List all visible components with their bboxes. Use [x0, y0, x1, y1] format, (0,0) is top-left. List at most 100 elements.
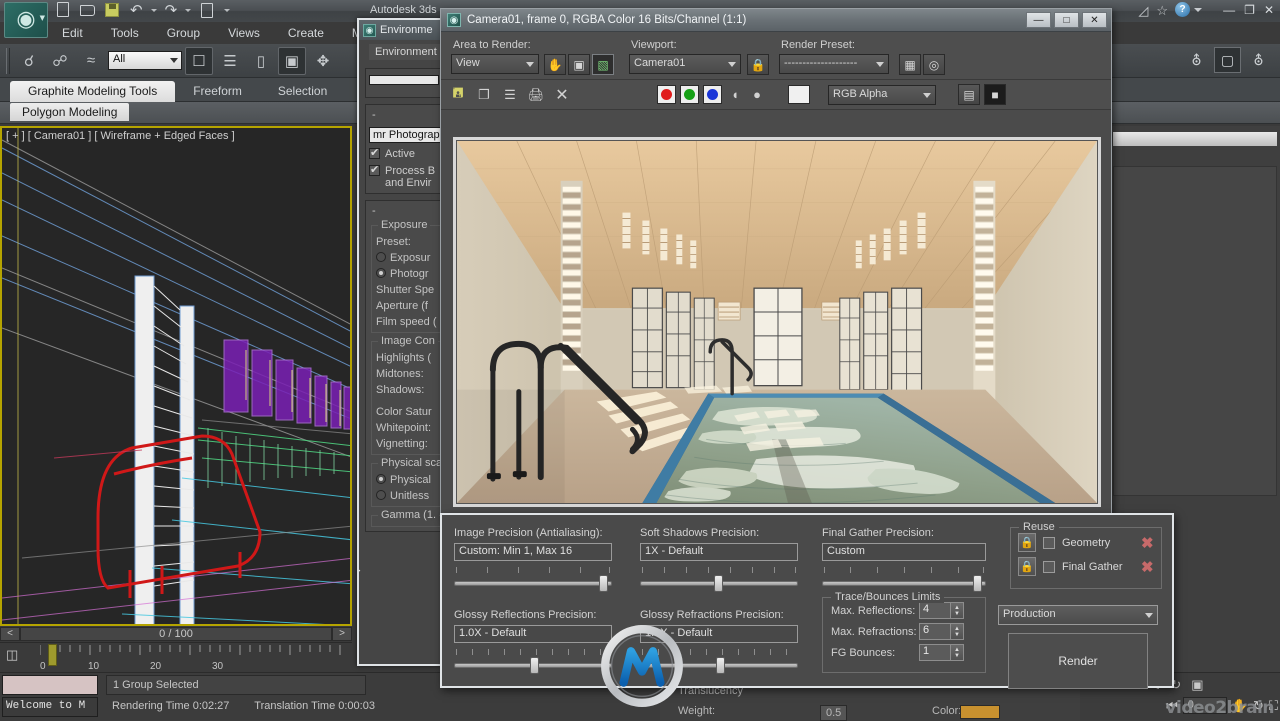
blue-channel-icon[interactable] — [703, 85, 722, 104]
environment-exposure-icon[interactable]: ◎ — [923, 54, 945, 75]
auto-region-selected-icon[interactable]: ▧ — [592, 54, 614, 75]
copy-image-icon[interactable]: ❐ — [475, 86, 493, 104]
radio-exposure-row[interactable]: Exposur — [376, 252, 436, 264]
unlink-selection-icon[interactable]: ☍ — [46, 47, 74, 75]
set-project-folder-icon[interactable] — [199, 2, 216, 19]
active-checkbox-row[interactable]: Active — [369, 146, 443, 160]
maxscript-mini-listener-output[interactable] — [2, 675, 98, 695]
next-frame-button[interactable]: > — [332, 627, 352, 641]
duplicate-region-icon[interactable]: ▣ — [568, 54, 590, 75]
green-channel-icon[interactable] — [680, 85, 699, 104]
physical-radio[interactable] — [376, 474, 386, 484]
glossy-refractions-value[interactable]: 1.0X - Default — [640, 625, 798, 643]
exposure-value-radio[interactable] — [376, 252, 386, 262]
undo-dropdown-icon[interactable] — [150, 9, 157, 12]
tab-environment[interactable]: Environment — [369, 44, 443, 60]
glossy-reflections-slider[interactable] — [454, 657, 612, 674]
lock-icon[interactable]: 🔒 — [747, 54, 769, 75]
slider-knob[interactable] — [599, 575, 608, 592]
viewport-select[interactable]: Camera01 — [629, 54, 741, 74]
menu-tools[interactable]: Tools — [97, 24, 153, 42]
slider-knob[interactable] — [716, 657, 725, 674]
window-crossing-icon[interactable]: ▣ — [278, 46, 306, 75]
image-precision-slider[interactable] — [454, 575, 612, 592]
max-refractions-field[interactable]: 6 — [919, 623, 951, 640]
save-image-icon[interactable]: 🖪 — [449, 85, 467, 104]
enable-red-blue-display-icon[interactable]: ▤ — [958, 84, 980, 105]
image-precision-value[interactable]: Custom: Min 1, Max 16 — [454, 543, 612, 561]
rollout-collapse-icon-2[interactable]: - — [369, 205, 443, 217]
select-object-icon[interactable]: ☐ — [185, 46, 213, 75]
photographic-radio[interactable] — [376, 268, 386, 278]
max-reflections-field[interactable]: 4 — [919, 602, 951, 619]
radio-photographic-row[interactable]: Photogr — [376, 268, 436, 280]
lock-geometry-icon[interactable]: 🔒 — [1018, 533, 1036, 552]
tab-freeform[interactable]: Freeform — [175, 81, 260, 102]
soft-shadows-slider[interactable] — [640, 575, 798, 592]
render-production-icon[interactable]: ⛢ — [1245, 47, 1272, 73]
menu-create[interactable]: Create — [274, 24, 338, 42]
minimize-button[interactable]: — — [1223, 3, 1235, 17]
physical-radio-row[interactable]: Physical — [376, 474, 436, 486]
unitless-radio-row[interactable]: Unitless — [376, 490, 436, 502]
open-file-icon[interactable] — [80, 2, 97, 19]
help-icon[interactable]: ? — [1175, 2, 1190, 17]
render-preset-select[interactable]: -------------------- — [779, 54, 889, 74]
bind-to-space-warp-icon[interactable]: ≈ — [77, 47, 105, 75]
time-slider-handle[interactable] — [48, 644, 57, 666]
max-refractions-spinner[interactable]: ▲ ▼ — [951, 623, 964, 640]
slider-knob[interactable] — [714, 575, 723, 592]
max-reflections-spinner[interactable]: ▲ ▼ — [951, 602, 964, 619]
weight-value[interactable]: 0.5 — [820, 705, 848, 721]
glossy-refractions-slider[interactable] — [640, 657, 798, 674]
workspace-icon[interactable]: ◿ — [1138, 3, 1148, 19]
rendered-image-container[interactable] — [453, 137, 1101, 507]
dialog-resize-handle[interactable]: ↔ — [359, 560, 363, 576]
render-setup-dialog-icon[interactable]: ▦ — [899, 54, 921, 75]
menu-edit[interactable]: Edit — [48, 24, 97, 42]
fg-bounces-field[interactable]: 1 — [919, 644, 951, 661]
rfw-maximize-button[interactable]: □ — [1054, 12, 1079, 28]
rollout-collapse-icon[interactable]: - — [369, 109, 443, 121]
percent-snap-icon[interactable]: ▣ — [1191, 677, 1203, 693]
favorites-star-icon[interactable]: ☆ — [1156, 3, 1168, 19]
prev-frame-button[interactable]: < — [0, 627, 20, 641]
close-button[interactable]: ✕ — [1264, 3, 1274, 17]
select-by-name-icon[interactable]: ☰ — [216, 47, 244, 75]
clear-final-gather-cache-icon[interactable]: ✖ — [1141, 558, 1154, 576]
lock-final-gather-icon[interactable]: 🔒 — [1018, 557, 1036, 576]
menu-views[interactable]: Views — [214, 24, 274, 42]
process-background-checkbox-row[interactable]: Process B and Envir — [369, 163, 443, 189]
pan-hand-icon[interactable]: ✋ — [544, 54, 566, 75]
active-checkbox[interactable] — [369, 146, 380, 159]
qat-more-icon[interactable] — [224, 9, 231, 12]
restore-button[interactable]: ❐ — [1244, 3, 1255, 17]
fg-bounces-spinner[interactable]: ▲ ▼ — [951, 644, 964, 661]
unitless-radio[interactable] — [376, 490, 386, 500]
material-editor-icon[interactable]: ⛢ — [1183, 47, 1210, 73]
open-mini-curve-editor-icon[interactable]: ◫ — [6, 647, 18, 663]
tab-graphite-modeling-tools[interactable]: Graphite Modeling Tools — [10, 81, 176, 102]
select-and-move-icon[interactable]: ✥ — [309, 47, 337, 75]
render-button[interactable]: Render — [1008, 633, 1148, 689]
display-alpha-channel-icon[interactable]: ■ — [984, 84, 1006, 105]
tab-selection[interactable]: Selection — [260, 81, 345, 102]
slider-knob[interactable] — [530, 657, 539, 674]
save-file-icon[interactable] — [105, 2, 122, 19]
monochrome-channel-icon[interactable]: ● — [748, 86, 766, 104]
environment-and-effects-dialog[interactable]: ◉ Environme Environment - mr Photograp A… — [357, 18, 449, 666]
track-bar[interactable]: ◫ 0 10 20 30 — [0, 642, 352, 672]
final-gather-checkbox[interactable] — [1043, 560, 1055, 573]
render-settings-panel[interactable]: Image Precision (Antialiasing): Custom: … — [440, 513, 1174, 689]
rendered-frame-window[interactable]: ◉ Camera01, frame 0, RGBA Color 16 Bits/… — [440, 8, 1112, 518]
render-setup-icon[interactable]: ▢ — [1214, 47, 1241, 73]
undo-icon[interactable]: ↶ — [130, 2, 143, 19]
clone-rendered-frame-icon[interactable]: ☰ — [501, 86, 519, 104]
new-file-icon[interactable] — [55, 2, 72, 19]
color-swatch[interactable] — [960, 705, 1000, 719]
process-background-checkbox[interactable] — [369, 163, 380, 176]
ribbon-panel-polygon-modeling[interactable]: Polygon Modeling — [10, 103, 130, 121]
color-swatch-display[interactable] — [788, 85, 810, 104]
final-gather-slider[interactable] — [822, 575, 986, 592]
viewport-camera01[interactable]: [ + ] [ Camera01 ] [ Wireframe + Edged F… — [0, 126, 352, 626]
